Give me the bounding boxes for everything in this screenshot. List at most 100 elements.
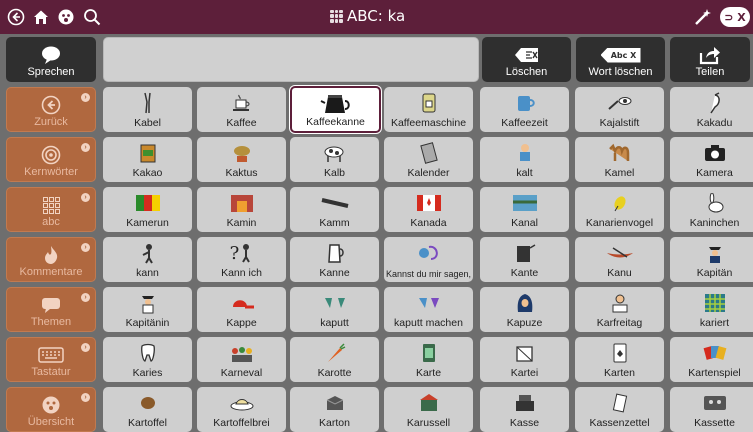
carrot-icon (290, 342, 379, 364)
captain-icon (670, 242, 753, 264)
sidebar-item-topics[interactable]: › Themen (6, 287, 96, 332)
word-cell-kartoffelbrei[interactable]: Kartoffelbrei (197, 387, 286, 432)
coffee-pot-icon (292, 93, 379, 115)
speech-bubble-icon (6, 44, 96, 66)
flame-icon (7, 244, 95, 266)
word-cell-kamera[interactable]: Kamera (670, 137, 753, 182)
word-cell-kapitaen[interactable]: Kapitän (670, 237, 753, 282)
canal-icon (480, 192, 569, 214)
word-cell-kartoffel[interactable]: Kartoffel (103, 387, 192, 432)
word-cell-kante[interactable]: Kante (480, 237, 569, 282)
word-cell-kaffeezeit[interactable]: Kaffeezeit (480, 87, 569, 132)
word-cell-karotte[interactable]: Karotte (290, 337, 379, 382)
word-cell-kanne[interactable]: Kanne (290, 237, 379, 282)
cactus-icon (197, 142, 286, 164)
cockatoo-icon (670, 92, 753, 114)
word-cell-karten[interactable]: Karten (575, 337, 664, 382)
card-file-icon (480, 342, 569, 364)
word-cell-kanal[interactable]: Kanal (480, 187, 569, 232)
word-cell-kassenzettel[interactable]: Kassenzettel (575, 387, 664, 432)
word-cell-karton[interactable]: Karton (290, 387, 379, 432)
rabbit-icon (670, 192, 753, 214)
flag-canada-icon (384, 192, 473, 214)
canoe-icon (575, 242, 664, 264)
sidebar-item-overview[interactable]: › Übersicht (6, 387, 96, 432)
word-cell-karussell[interactable]: Karussell (384, 387, 473, 432)
search-icon[interactable] (82, 7, 102, 27)
word-cell-kassette[interactable]: Kassette (670, 387, 753, 432)
word-cell-kapuze[interactable]: Kapuze (480, 287, 569, 332)
sidebar-item-comments[interactable]: › Kommentare (6, 237, 96, 282)
cash-register-icon (480, 392, 569, 414)
back-icon[interactable] (6, 7, 26, 27)
word-cell-kamerun[interactable]: Kamerun (103, 187, 192, 232)
comb-icon (290, 192, 379, 214)
word-cell-kartei[interactable]: Kartei (480, 337, 569, 382)
sidebar-item-keyboard[interactable]: › Tastatur (6, 337, 96, 382)
word-cell-kanada[interactable]: Kanada (384, 187, 473, 232)
word-cell-kamin[interactable]: Kamin (197, 187, 286, 232)
sidebar-item-back[interactable]: › Zurück (6, 87, 96, 132)
word-cell-kamm[interactable]: Kamm (290, 187, 379, 232)
potato-icon (103, 392, 192, 414)
message-bar[interactable] (103, 37, 479, 82)
sidebar-item-abc[interactable]: › abc (6, 187, 96, 232)
word-cell-kaktus[interactable]: Kaktus (197, 137, 286, 182)
word-cell-kappe[interactable]: Kappe (197, 287, 286, 332)
word-cell-kaninchen[interactable]: Kaninchen (670, 187, 753, 232)
word-cell-kaputt[interactable]: kaputt (290, 287, 379, 332)
word-cell-kaffee[interactable]: Kaffee (197, 87, 286, 132)
speak-button[interactable]: Sprechen (6, 37, 96, 82)
face-icon[interactable] (56, 7, 76, 27)
word-cell-kakao[interactable]: Kakao (103, 137, 192, 182)
break-icon (384, 292, 473, 314)
word-cell-kaffeemaschine[interactable]: Kaffeemaschine (384, 87, 473, 132)
word-cell-kakadu[interactable]: Kakadu (670, 87, 753, 132)
word-cell-kannst-du-mir-sagen[interactable]: Kannst du mir sagen, (384, 237, 473, 282)
word-cell-karies[interactable]: Karies (103, 337, 192, 382)
card-game-icon (670, 342, 753, 364)
playing-card-icon (575, 342, 664, 364)
word-cell-kajalstift[interactable]: Kajalstift (575, 87, 664, 132)
word-cell-kapitaenin[interactable]: Kapitänin (103, 287, 192, 332)
sidebar-item-core-words[interactable]: › Kernwörter (6, 137, 96, 182)
flag-cameroon-icon (103, 192, 192, 214)
receipt-icon (575, 392, 664, 414)
word-cell-kann[interactable]: kann (103, 237, 192, 282)
cable-icon (103, 92, 192, 114)
delete-button[interactable]: Löschen (482, 37, 571, 82)
word-cell-kaputt-machen[interactable]: kaputt machen (384, 287, 473, 332)
share-icon (670, 44, 750, 66)
grid-icon (330, 9, 343, 23)
target-icon (7, 144, 95, 166)
word-cell-kann-ich[interactable]: ? Kann ich (197, 237, 286, 282)
calf-icon (290, 142, 379, 164)
cocoa-tin-icon (103, 142, 192, 164)
word-cell-kartenspiel[interactable]: Kartenspiel (670, 337, 753, 382)
home-icon[interactable] (31, 7, 51, 27)
toggle-icon[interactable]: ⊃ X (720, 7, 750, 27)
word-cell-kanu[interactable]: Kanu (575, 237, 664, 282)
share-button[interactable]: Teilen (670, 37, 750, 82)
delete-word-icon: Abc X (576, 44, 665, 66)
word-cell-kalender[interactable]: Kalender (384, 137, 473, 182)
magic-wand-icon[interactable] (693, 7, 713, 27)
letters-icon (7, 194, 95, 216)
word-cell-kabel[interactable]: Kabel (103, 87, 192, 132)
delete-word-button[interactable]: Abc X Wort löschen (576, 37, 665, 82)
word-cell-kaffeekanne[interactable]: Kaffeekanne (290, 86, 381, 133)
word-cell-kalt[interactable]: kalt (480, 137, 569, 182)
word-cell-karneval[interactable]: Karneval (197, 337, 286, 382)
word-cell-kasse[interactable]: Kasse (480, 387, 569, 432)
word-cell-kalb[interactable]: Kalb (290, 137, 379, 182)
checkered-icon (670, 292, 753, 314)
good-friday-icon (575, 292, 664, 314)
word-cell-kamel[interactable]: Kamel (575, 137, 664, 182)
mug-icon (480, 92, 569, 114)
tooth-icon (103, 342, 192, 364)
word-cell-karfreitag[interactable]: Karfreitag (575, 287, 664, 332)
word-cell-kanarienvogel[interactable]: Kanarienvogel (575, 187, 664, 232)
word-cell-kariert[interactable]: kariert (670, 287, 753, 332)
calendar-icon (384, 142, 473, 164)
word-cell-karte[interactable]: Karte (384, 337, 473, 382)
